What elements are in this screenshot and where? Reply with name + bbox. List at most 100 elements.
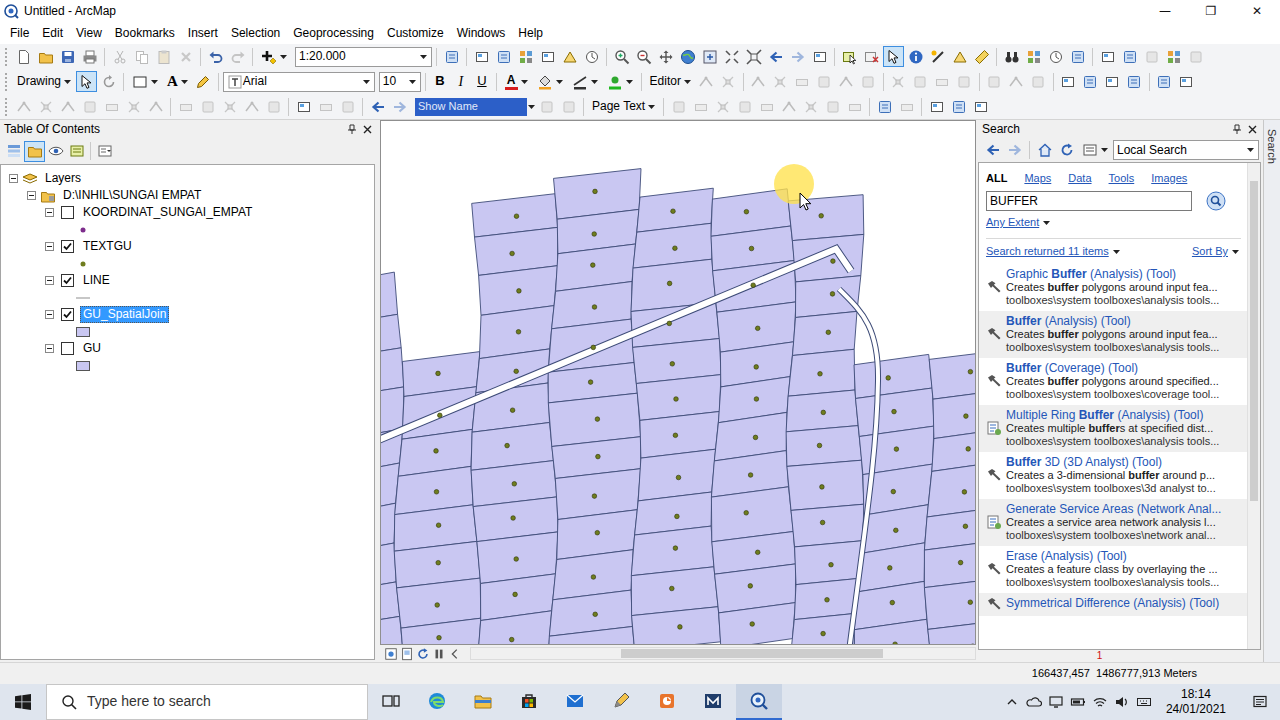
parcel[interactable] (793, 311, 858, 355)
back-arrow-icon[interactable] (982, 140, 1003, 161)
docked-search-tab[interactable]: Search (1266, 124, 1280, 143)
result-title[interactable]: Symmetrical Difference (Analysis) (Tool) (1006, 596, 1245, 610)
label-point[interactable] (673, 546, 678, 551)
arcmap-taskbar-button[interactable] (736, 684, 782, 720)
label-point[interactable] (670, 586, 675, 591)
label-point[interactable] (517, 289, 522, 294)
list-by-visibility-icon[interactable] (45, 141, 66, 162)
full-extent-icon[interactable] (699, 46, 720, 67)
window-icon[interactable] (1124, 71, 1145, 92)
label-point[interactable] (744, 209, 749, 214)
fixed-zoom-out-icon[interactable] (743, 46, 764, 67)
pin-icon[interactable] (347, 124, 357, 134)
disabled-tool-icon[interactable] (1185, 46, 1206, 67)
network-icon[interactable] (1048, 694, 1064, 710)
extent-link[interactable]: Any Extent (986, 216, 1039, 230)
label-point[interactable] (673, 433, 678, 438)
menu-item[interactable]: Selection (224, 24, 286, 43)
sort-menu[interactable]: Sort By (1192, 245, 1239, 259)
menu-item[interactable]: Insert (181, 24, 224, 43)
label-point[interactable] (754, 397, 759, 402)
horizontal-scrollbar[interactable] (470, 647, 976, 660)
dropdown-arrow-icon[interactable] (528, 105, 535, 109)
extent-filter[interactable]: Any Extent (986, 215, 1247, 231)
vertex-tool-icon[interactable] (219, 96, 240, 117)
grid-icon[interactable] (1163, 46, 1184, 67)
parcel[interactable] (924, 507, 975, 550)
label-point[interactable] (820, 520, 825, 525)
expand-toggle-icon[interactable] (45, 276, 54, 285)
sort-link[interactable]: Sort By (1192, 245, 1228, 259)
label-point[interactable] (886, 376, 891, 381)
sketch-tool-icon[interactable] (778, 96, 799, 117)
disabled-tool-icon[interactable] (910, 71, 931, 92)
volume-icon[interactable] (1114, 694, 1130, 710)
search-tab[interactable]: Maps (1024, 172, 1051, 186)
disabled-tool-icon[interactable] (536, 96, 557, 117)
parcel[interactable] (933, 389, 975, 438)
label-point[interactable] (892, 409, 897, 414)
label-point[interactable] (510, 251, 515, 256)
label-point[interactable] (516, 330, 521, 335)
layer-checkbox[interactable] (61, 240, 74, 253)
parcel[interactable] (928, 619, 975, 644)
label-point[interactable] (750, 622, 755, 627)
pen-taskbar-button[interactable] (598, 684, 644, 720)
drawing-menu[interactable]: Drawing (13, 71, 75, 92)
keyboard-icon[interactable] (1136, 694, 1152, 710)
search-tab[interactable]: Images (1151, 172, 1187, 186)
clock-icon[interactable] (1045, 46, 1066, 67)
vertex-tool-icon[interactable] (712, 96, 733, 117)
label-point[interactable] (667, 321, 672, 326)
pan-icon[interactable] (655, 46, 676, 67)
label-point[interactable] (437, 635, 442, 640)
fixed-zoom-in-icon[interactable] (721, 46, 742, 67)
label-point[interactable] (675, 514, 680, 519)
clear-selection-icon[interactable] (861, 46, 882, 67)
label-point[interactable] (592, 494, 597, 499)
label-point[interactable] (588, 380, 593, 385)
label-point[interactable] (438, 413, 443, 418)
label-point[interactable] (512, 482, 517, 487)
cut-icon[interactable] (109, 46, 130, 67)
page-text-menu[interactable]: Page Text (588, 96, 659, 117)
search-result[interactable]: Symmetrical Difference (Analysis) (Tool) (979, 593, 1247, 616)
layer-checkbox[interactable] (61, 274, 74, 287)
label-point[interactable] (434, 449, 439, 454)
label-point[interactable] (510, 408, 515, 413)
layout-icon[interactable] (970, 96, 991, 117)
parcel[interactable] (786, 390, 858, 432)
layer-row[interactable]: TEXTGU (1, 238, 374, 255)
copy-icon[interactable] (131, 46, 152, 67)
label-point[interactable] (748, 584, 753, 589)
undo-icon[interactable] (205, 46, 226, 67)
label-point[interactable] (592, 232, 597, 237)
label-point[interactable] (435, 603, 440, 608)
parcel[interactable] (790, 613, 855, 644)
window-icon[interactable] (1154, 71, 1175, 92)
layout-icon[interactable] (1102, 71, 1123, 92)
triangle-icon[interactable] (949, 46, 970, 67)
label-point[interactable] (671, 209, 676, 214)
vertex-tool-icon[interactable] (35, 96, 56, 117)
search-go-icon[interactable] (1206, 191, 1226, 211)
sketch-tool-icon[interactable] (1006, 71, 1027, 92)
label-point[interactable] (755, 326, 760, 331)
sketch-tool-icon[interactable] (241, 96, 262, 117)
list-by-drawing-order-icon[interactable] (3, 141, 24, 162)
layer-checkbox[interactable] (61, 206, 74, 219)
label-point[interactable] (667, 281, 672, 286)
menu-item[interactable]: Edit (35, 24, 69, 43)
label-point[interactable] (595, 417, 600, 422)
result-count[interactable]: Search returned 11 items (986, 245, 1109, 259)
layout-icon[interactable] (809, 46, 830, 67)
label-point[interactable] (831, 259, 836, 264)
toolbar-grip[interactable] (5, 73, 9, 91)
editor-menu[interactable]: Editor (646, 71, 695, 92)
result-title[interactable]: Buffer (Coverage) (Tool) (1006, 361, 1245, 375)
label-point[interactable] (826, 330, 831, 335)
refresh-icon[interactable] (1056, 140, 1077, 161)
label-point[interactable] (829, 562, 834, 567)
label-point[interactable] (963, 524, 968, 529)
line-color-button[interactable] (568, 71, 602, 92)
